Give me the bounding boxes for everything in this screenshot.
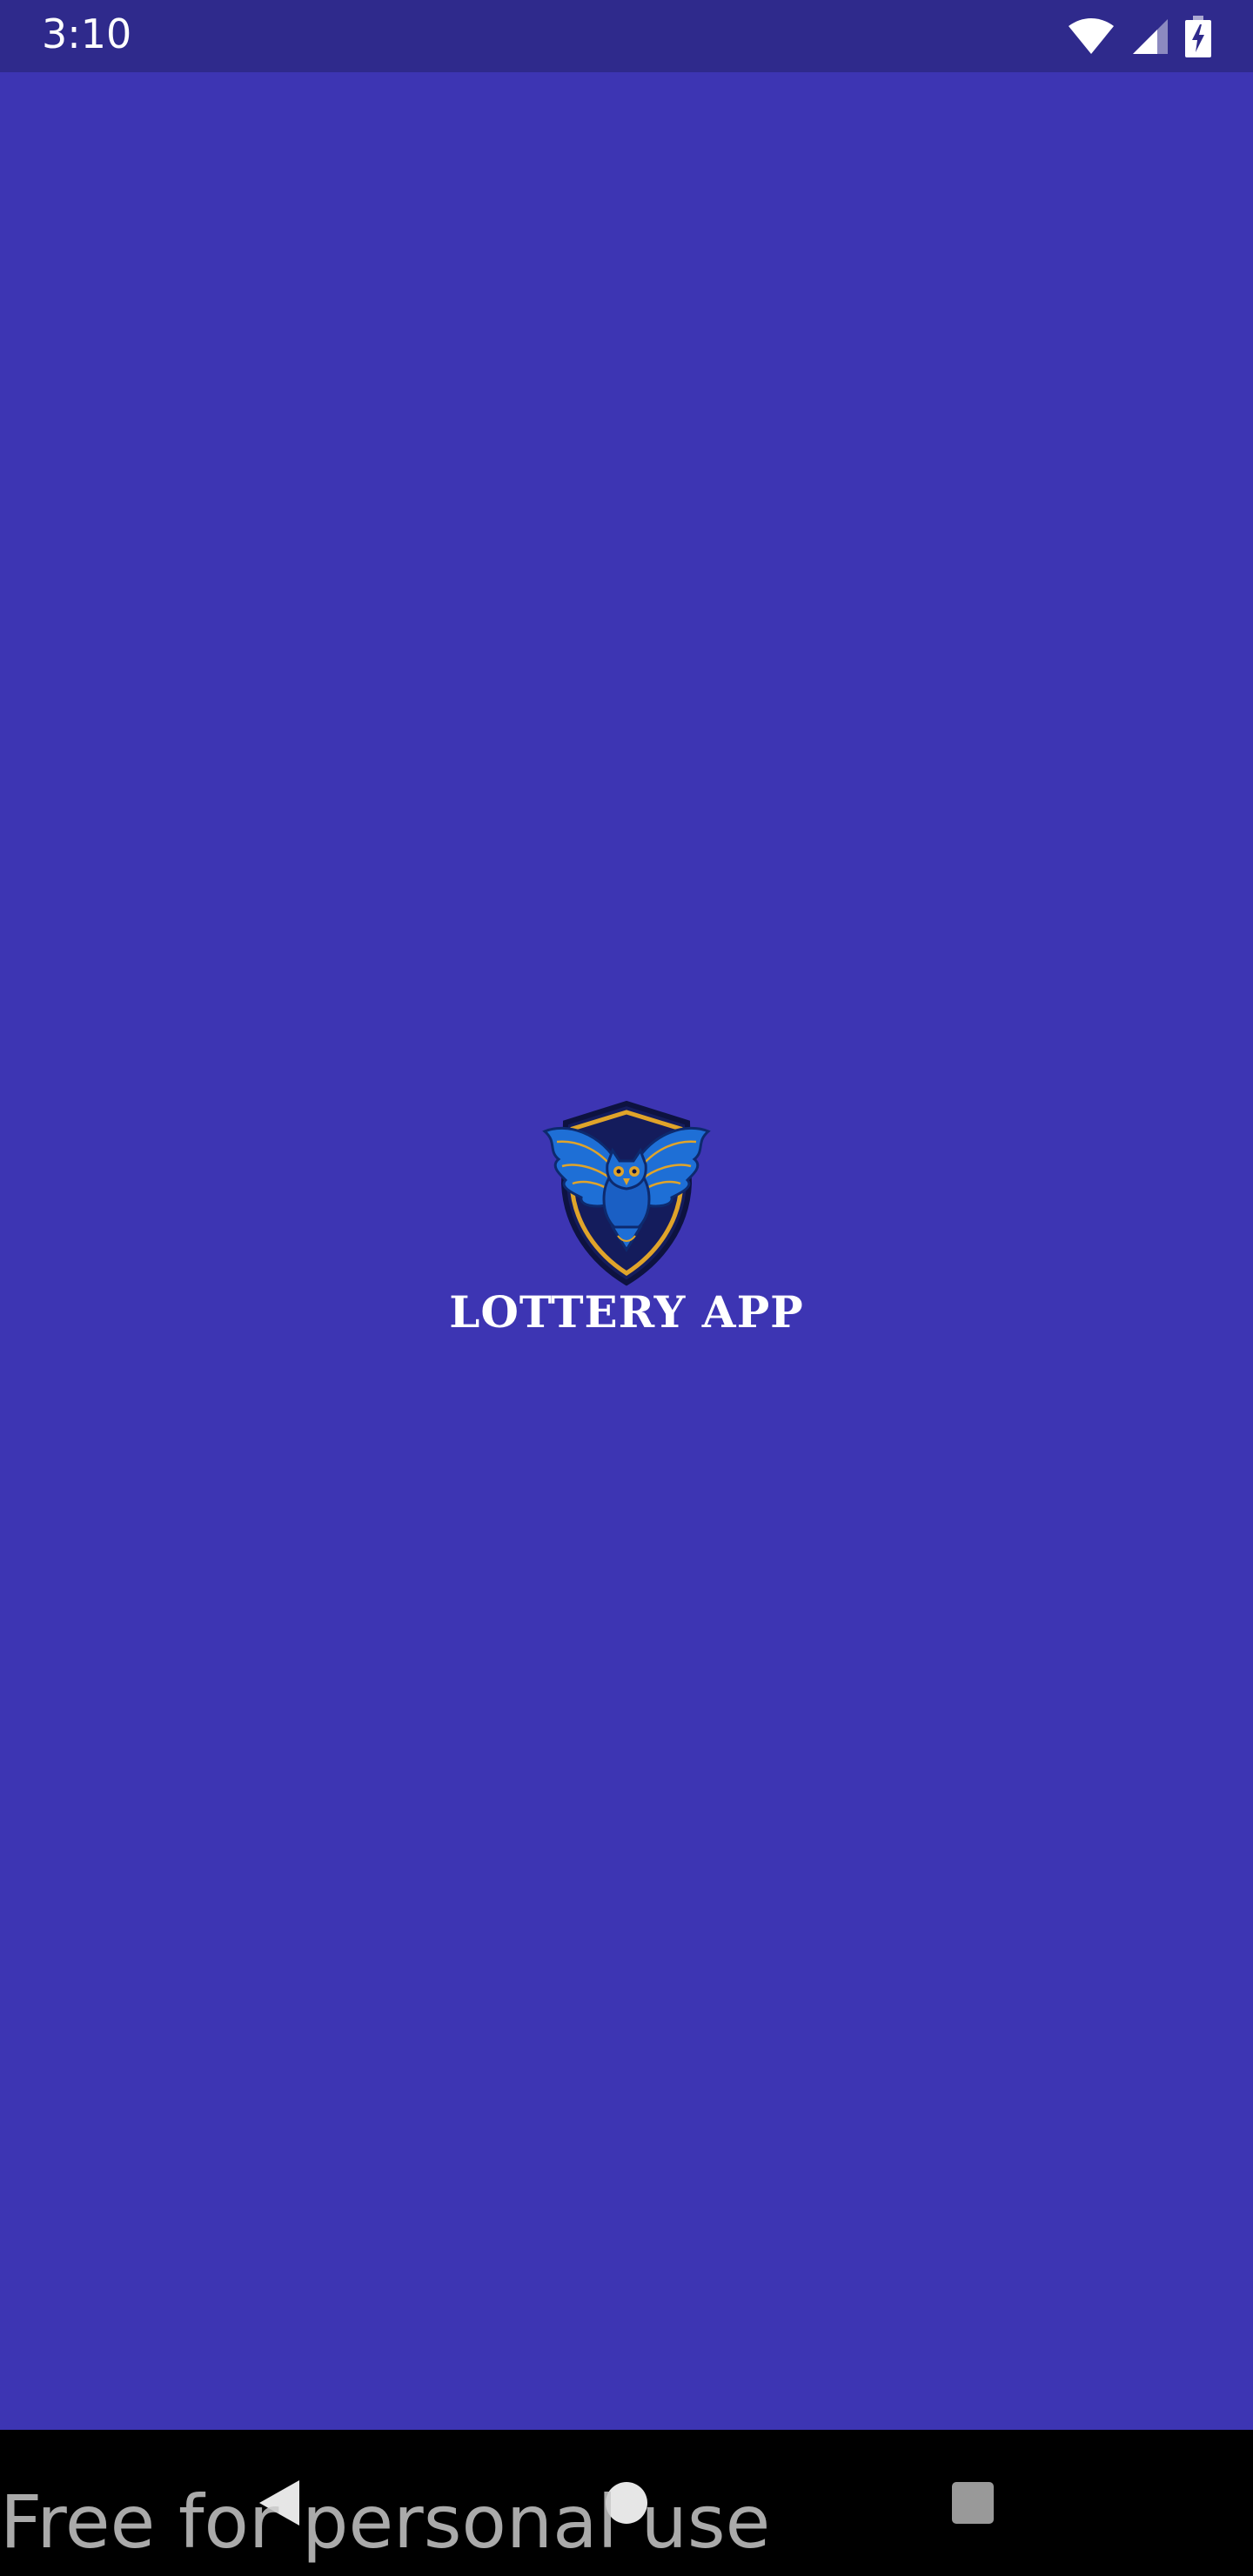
watermark-text: Free for personal use	[0, 2479, 771, 2565]
recents-icon[interactable]	[938, 2468, 1008, 2538]
status-time: 3:10	[42, 10, 132, 57]
wifi-icon	[1067, 17, 1116, 56]
cell-signal-icon	[1131, 17, 1169, 56]
splash-content: LOTTERY APP	[0, 1097, 1253, 1358]
status-icons	[1067, 16, 1211, 57]
battery-charging-icon	[1185, 16, 1211, 57]
splash-screen: 3:10 LOTTERY APP Free for personal use	[0, 0, 1253, 2576]
owl-shield-logo	[539, 1097, 714, 1288]
status-bar: 3:10	[0, 0, 1253, 72]
app-title: LOTTERY APP	[449, 1286, 804, 1338]
